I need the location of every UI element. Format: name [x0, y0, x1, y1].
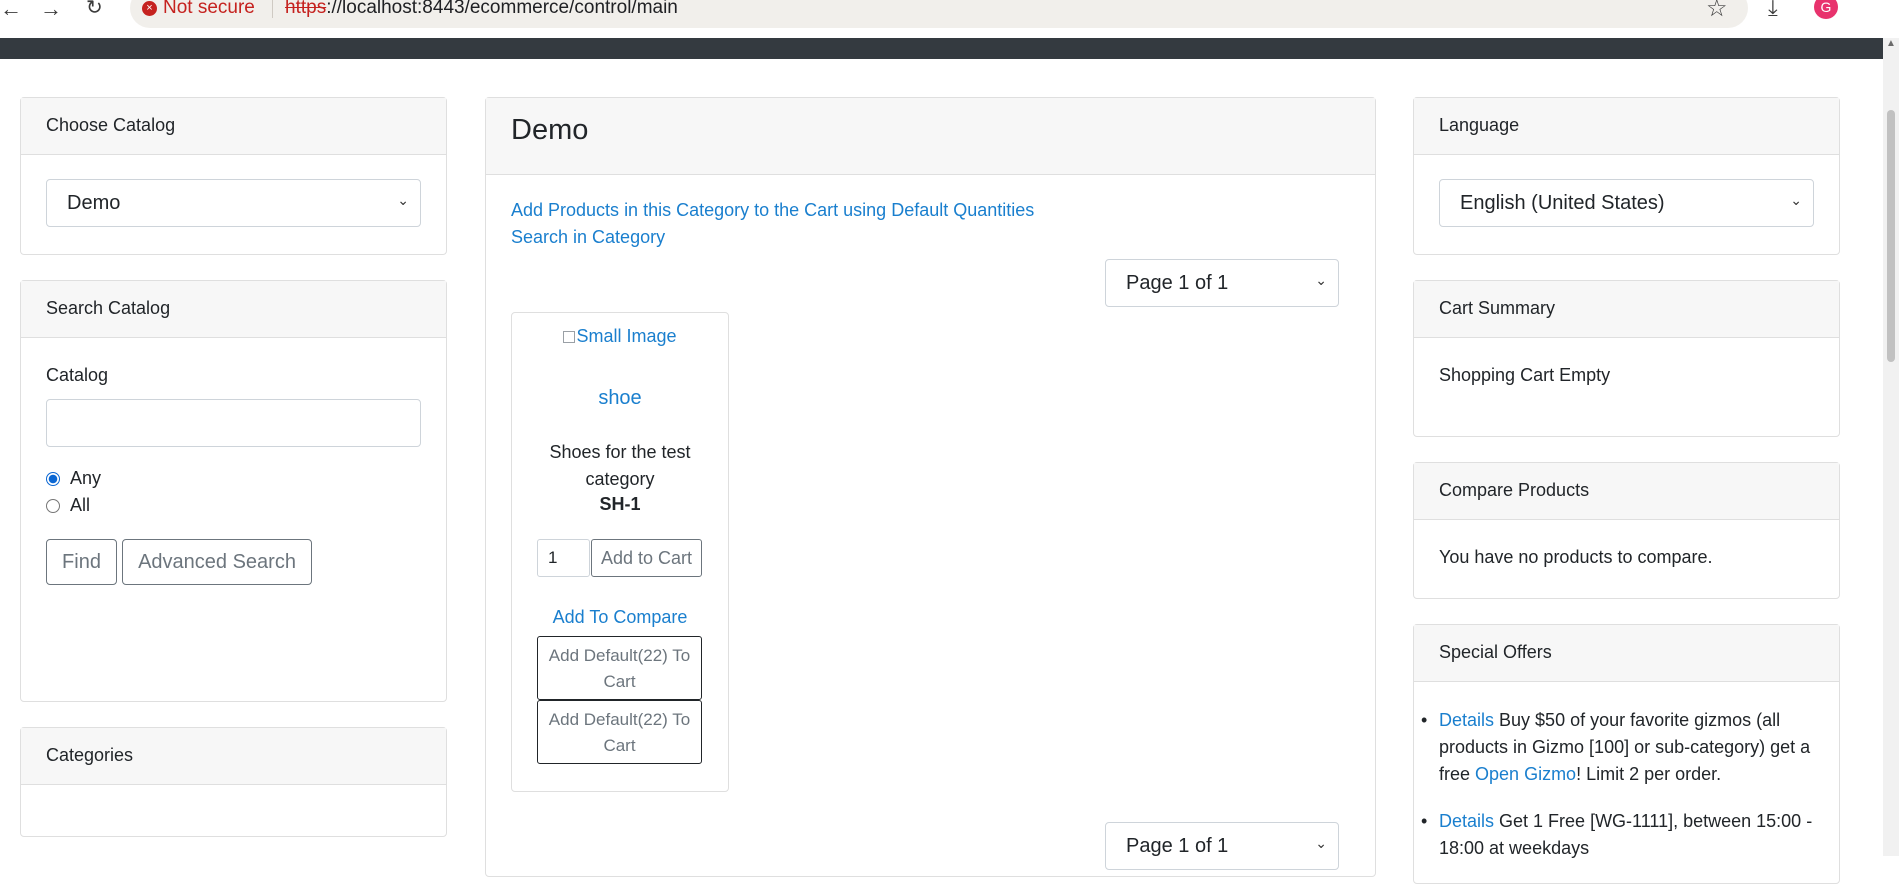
pager-bottom-select[interactable]: Page 1 of 1 ⌄ — [1105, 822, 1339, 870]
offer-text: Get 1 Free [WG-1111], between 15:00 - 18… — [1439, 811, 1813, 858]
error-icon: × — [142, 1, 157, 16]
catalog-field-label: Catalog — [46, 365, 109, 385]
compare-products-title: Compare Products — [1414, 463, 1839, 520]
radio-any-row[interactable]: Any — [46, 465, 421, 492]
language-select-value[interactable]: English (United States) — [1439, 179, 1814, 227]
add-default-to-cart-button-2[interactable]: Add Default(22) To Cart — [537, 700, 702, 764]
radio-all[interactable] — [46, 498, 60, 513]
catalog-select[interactable]: Demo ⌄ — [46, 179, 421, 227]
search-in-category-link[interactable]: Search in Category — [511, 227, 665, 248]
product-name-link[interactable]: shoe — [512, 387, 728, 410]
language-select[interactable]: English (United States) ⌄ — [1439, 179, 1814, 227]
security-indicator[interactable]: × Not secure — [142, 0, 255, 19]
url-scheme: https — [285, 0, 327, 18]
reload-icon[interactable]: ↻ — [86, 0, 103, 20]
cart-summary-title: Cart Summary — [1414, 281, 1839, 338]
scrollbar-thumb[interactable] — [1887, 110, 1895, 362]
quantity-input[interactable]: 1 — [537, 539, 590, 577]
product-image-alt: Small Image — [576, 326, 677, 346]
radio-any[interactable] — [46, 471, 60, 486]
security-label: Not secure — [163, 0, 255, 18]
add-to-cart-button[interactable]: Add to Cart — [591, 539, 702, 577]
choose-catalog-card: Choose Catalog Demo ⌄ — [20, 97, 447, 255]
back-icon[interactable]: ← — [0, 0, 22, 22]
cart-summary-card: Cart Summary Shopping Cart Empty — [1413, 280, 1840, 437]
profile-avatar[interactable]: G — [1814, 0, 1838, 19]
pager-bottom-value[interactable]: Page 1 of 1 — [1105, 822, 1339, 870]
url-divider — [272, 0, 273, 18]
add-products-default-link[interactable]: Add Products in this Category to the Car… — [511, 200, 1034, 221]
special-offers-title: Special Offers — [1414, 625, 1839, 682]
product-sku: SH-1 — [599, 494, 641, 514]
language-card: Language English (United States) ⌄ — [1413, 97, 1840, 255]
offer-details-link[interactable]: Details — [1439, 710, 1494, 730]
open-gizmo-link[interactable]: Open Gizmo — [1475, 764, 1576, 784]
offer-item: • Details Buy $50 of your favorite gizmo… — [1421, 707, 1814, 788]
search-catalog-card: Search Catalog Catalog Any All Find Adva… — [20, 280, 447, 702]
offer-item: • Details Get 1 Free [WG-1111], between … — [1421, 808, 1814, 862]
url-text[interactable]: https://localhost:8443/ecommerce/control… — [285, 0, 678, 19]
product-small-image[interactable]: Small Image — [512, 326, 728, 347]
catalog-select-value[interactable]: Demo — [46, 179, 421, 227]
cart-summary-text: Shopping Cart Empty — [1439, 365, 1611, 385]
add-to-compare-link[interactable]: Add To Compare — [512, 607, 728, 628]
radio-all-row[interactable]: All — [46, 492, 421, 519]
advanced-search-button[interactable]: Advanced Search — [122, 539, 313, 585]
forward-icon[interactable]: → — [40, 0, 62, 22]
url-path: ://localhost:8443/ecommerce/control/main — [326, 0, 678, 18]
radio-all-label: All — [70, 495, 91, 515]
find-button[interactable]: Find — [46, 539, 117, 585]
radio-any-label: Any — [70, 468, 102, 488]
product-card: Small Image shoe Shoes for the test cate… — [511, 312, 729, 792]
scroll-up-arrow-icon[interactable]: ▲ — [1886, 38, 1896, 49]
site-navbar — [0, 38, 1883, 59]
compare-products-card: Compare Products You have no products to… — [1413, 462, 1840, 599]
special-offers-list: • Details Buy $50 of your favorite gizmo… — [1414, 682, 1839, 862]
page-title: Demo — [486, 98, 1375, 175]
categories-card: Categories — [20, 727, 447, 837]
search-catalog-title: Search Catalog — [21, 281, 446, 338]
language-title: Language — [1414, 98, 1839, 155]
pager-top-select[interactable]: Page 1 of 1 ⌄ — [1105, 259, 1339, 307]
offer-details-link[interactable]: Details — [1439, 811, 1494, 831]
add-default-to-cart-button-1[interactable]: Add Default(22) To Cart — [537, 636, 702, 700]
browser-toolbar: ← → ↻ × Not secure https://localhost:8443… — [0, 0, 1899, 38]
compare-products-text: You have no products to compare. — [1439, 547, 1713, 567]
download-icon[interactable]: ⤓ — [1768, 0, 1778, 21]
broken-image-icon — [563, 331, 576, 343]
catalog-search-input[interactable] — [46, 399, 421, 447]
pager-top-value[interactable]: Page 1 of 1 — [1105, 259, 1339, 307]
bullet-icon: • — [1421, 710, 1428, 730]
bullet-icon: • — [1421, 811, 1428, 831]
offer-text-end: ! Limit 2 per order. — [1576, 764, 1722, 784]
categories-title: Categories — [21, 728, 446, 785]
product-description: Shoes for the test category — [549, 442, 691, 489]
bookmark-star-icon[interactable]: ☆ — [1706, 0, 1728, 23]
special-offers-card: Special Offers • Details Buy $50 of your… — [1413, 624, 1840, 884]
choose-catalog-title: Choose Catalog — [21, 98, 446, 155]
